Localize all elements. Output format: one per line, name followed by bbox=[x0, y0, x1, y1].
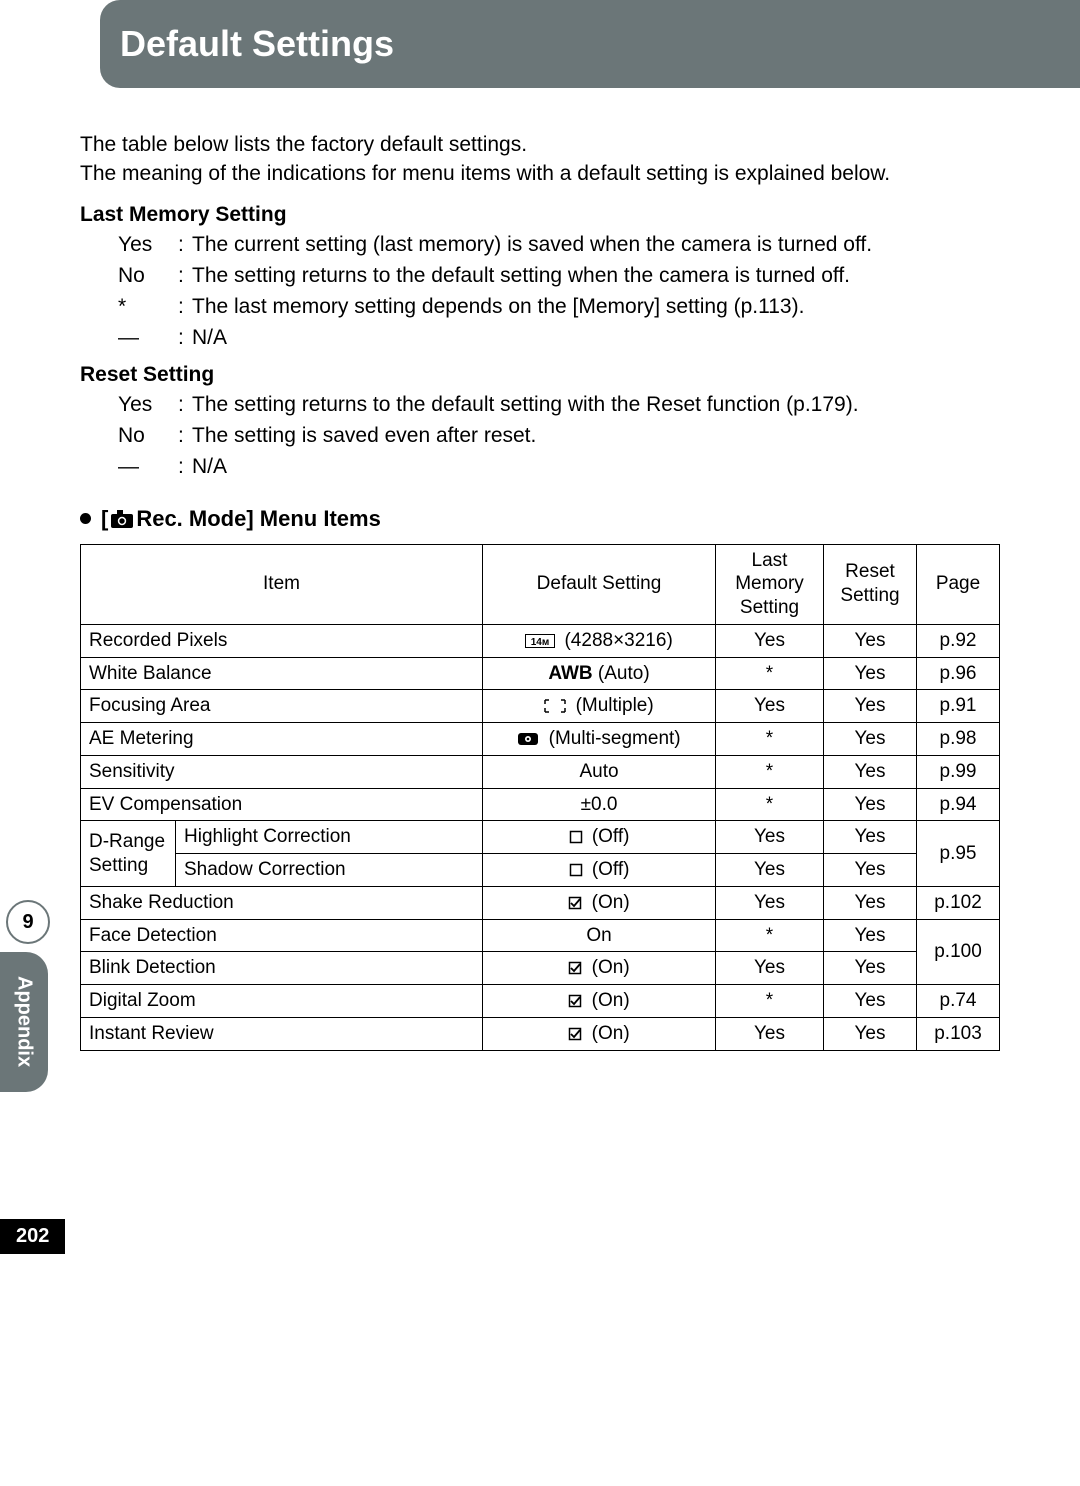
intro-line-2: The meaning of the indications for menu … bbox=[80, 159, 1000, 188]
table-row: Sensitivity Auto * Yes p.99 bbox=[81, 755, 1000, 788]
page-number: 202 bbox=[0, 1219, 65, 1254]
lm-row-star: * : The last memory setting depends on t… bbox=[118, 293, 1000, 322]
table-row: D-RangeSetting Highlight Correction (Off… bbox=[81, 821, 1000, 854]
table-row: Instant Review (On) Yes Yes p.103 bbox=[81, 1017, 1000, 1050]
focus-multi-icon bbox=[544, 699, 566, 713]
rs-row-dash: — : N/A bbox=[118, 453, 1000, 482]
col-default: Default Setting bbox=[483, 544, 716, 624]
col-page: Page bbox=[917, 544, 1000, 624]
intro-text: The table below lists the factory defaul… bbox=[80, 130, 1000, 189]
checked-icon bbox=[568, 896, 582, 910]
table-row: EV Compensation ±0.0 * Yes p.94 bbox=[81, 788, 1000, 821]
lm-row-no: No : The setting returns to the default … bbox=[118, 262, 1000, 291]
col-reset: ResetSetting bbox=[824, 544, 917, 624]
lm-row-yes: Yes : The current setting (last memory) … bbox=[118, 231, 1000, 260]
lm-key: Yes bbox=[118, 231, 178, 260]
page-title: Default Settings bbox=[120, 23, 394, 65]
multiseg-icon bbox=[517, 732, 539, 746]
intro-line-1: The table below lists the factory defaul… bbox=[80, 130, 1000, 159]
checked-icon bbox=[568, 961, 582, 975]
rs-row-yes: Yes : The setting returns to the default… bbox=[118, 391, 1000, 420]
camera-icon bbox=[110, 509, 134, 529]
col-last: LastMemorySetting bbox=[716, 544, 824, 624]
14m-icon: 14ᴍ bbox=[525, 634, 555, 648]
chapter-name-label: Appendix bbox=[0, 952, 48, 1092]
rs-row-no: No : The setting is saved even after res… bbox=[118, 422, 1000, 451]
chapter-number-badge: 9 bbox=[6, 900, 50, 944]
col-item: Item bbox=[81, 544, 483, 624]
table-row: Blink Detection (On) Yes Yes bbox=[81, 952, 1000, 985]
table-row: AE Metering (Multi-segment) * Yes p.98 bbox=[81, 723, 1000, 756]
appendix-side-tab: 9 Appendix bbox=[0, 900, 52, 1092]
rec-mode-menu-header: [ Rec. Mode] Menu Items bbox=[80, 506, 1000, 532]
table-row: White Balance AWB (Auto) * Yes p.96 bbox=[81, 657, 1000, 690]
last-memory-heading: Last Memory Setting bbox=[80, 203, 1000, 227]
table-row: Shake Reduction (On) Yes Yes p.102 bbox=[81, 886, 1000, 919]
table-row: Focusing Area (Multiple) Yes Yes p.91 bbox=[81, 690, 1000, 723]
table-row: Shadow Correction (Off) Yes Yes bbox=[81, 854, 1000, 887]
table-row: Digital Zoom (On) * Yes p.74 bbox=[81, 985, 1000, 1018]
page-header: Default Settings bbox=[100, 0, 1080, 88]
bracket-open: [ bbox=[101, 506, 108, 532]
table-header-row: Item Default Setting LastMemorySetting R… bbox=[81, 544, 1000, 624]
lm-val: The current setting (last memory) is sav… bbox=[192, 231, 1000, 260]
menu-header-text: Rec. Mode] Menu Items bbox=[136, 506, 380, 532]
table-row: Recorded Pixels 14ᴍ (4288×3216) Yes Yes … bbox=[81, 624, 1000, 657]
checked-icon bbox=[568, 994, 582, 1008]
table-row: Face Detection On * Yes p.100 bbox=[81, 919, 1000, 952]
settings-table: Item Default Setting LastMemorySetting R… bbox=[80, 544, 1000, 1051]
bullet-icon bbox=[80, 513, 91, 524]
lm-row-dash: — : N/A bbox=[118, 324, 1000, 353]
content-area: The table below lists the factory defaul… bbox=[80, 130, 1000, 1051]
svg-text:14ᴍ: 14ᴍ bbox=[531, 637, 550, 648]
unchecked-icon bbox=[569, 863, 583, 877]
unchecked-icon bbox=[569, 830, 583, 844]
checked-icon bbox=[568, 1027, 582, 1041]
reset-heading: Reset Setting bbox=[80, 363, 1000, 387]
